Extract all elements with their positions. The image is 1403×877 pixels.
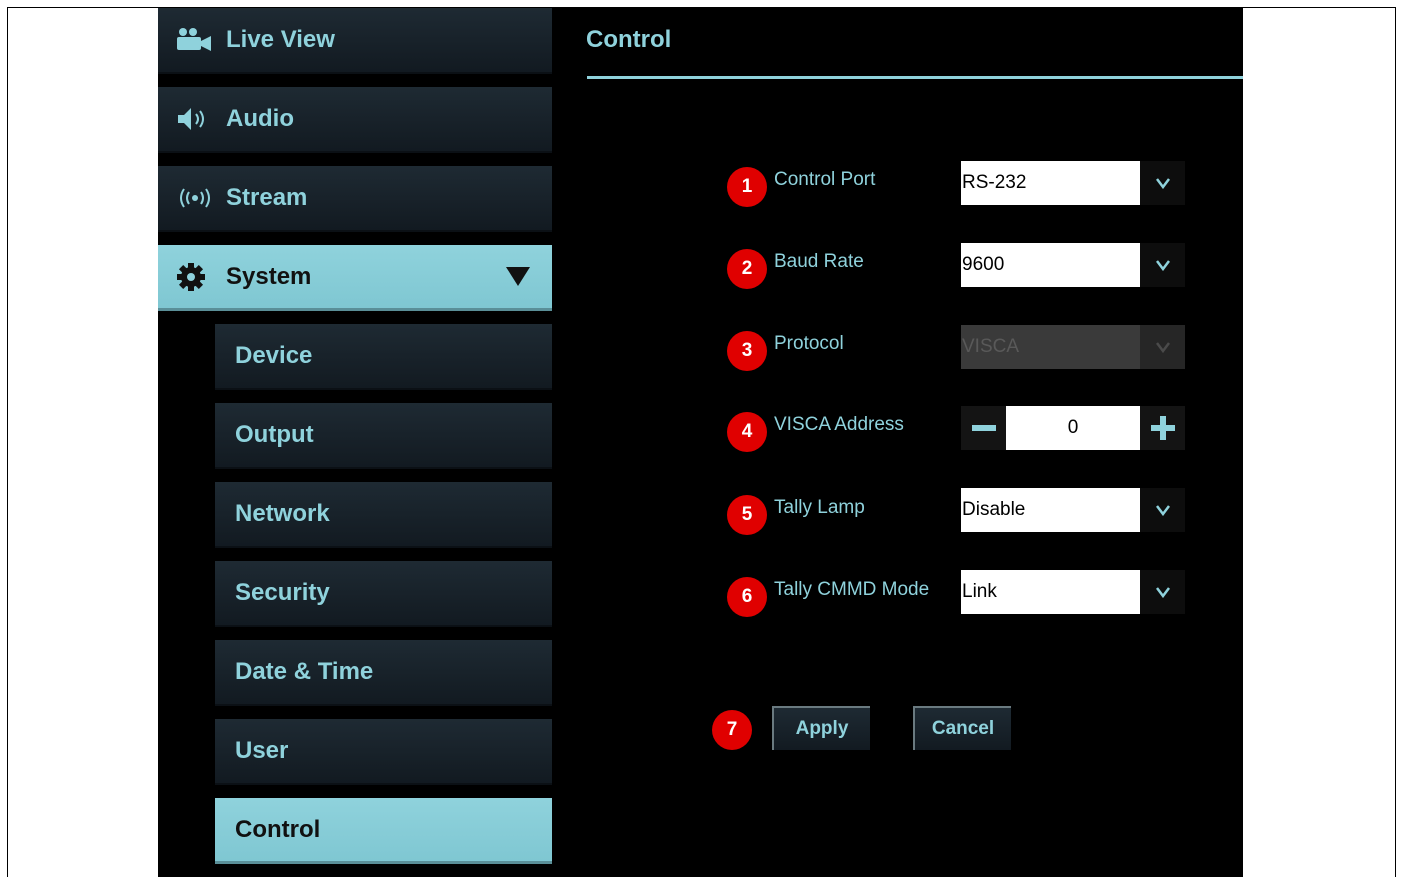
- camera-users-icon: [176, 25, 216, 55]
- sidebar-subitem-label: Control: [235, 815, 321, 843]
- sidebar-subitem-label: User: [235, 737, 289, 764]
- sidebar-subitem-label: Device: [235, 342, 313, 369]
- plus-icon[interactable]: [1140, 406, 1185, 450]
- title-divider: [587, 76, 1243, 79]
- tally-cmmd-mode-label: Tally CMMD Mode: [774, 579, 930, 600]
- chevron-down-icon: [1140, 325, 1185, 369]
- chevron-down-icon[interactable]: [1140, 161, 1185, 205]
- sidebar-item-stream[interactable]: Stream: [158, 166, 552, 232]
- gear-icon: [176, 262, 216, 292]
- baud-rate-select[interactable]: 9600: [961, 243, 1185, 287]
- baud-rate-label: Baud Rate: [774, 251, 864, 272]
- sidebar-subitem-date-time[interactable]: Date & Time: [215, 640, 552, 706]
- callout-badge-2: 2: [727, 249, 767, 289]
- sidebar-subitem-label: Network: [235, 500, 330, 527]
- broadcast-icon: [176, 183, 216, 213]
- speaker-icon: [176, 104, 216, 134]
- tally-cmmd-mode-value: Link: [961, 570, 1140, 614]
- callout-badge-7: 7: [712, 710, 752, 750]
- sidebar-subitem-label: Date & Time: [235, 658, 374, 685]
- baud-rate-value: 9600: [961, 243, 1140, 287]
- control-port-select[interactable]: RS-232: [961, 161, 1185, 205]
- callout-badge-1: 1: [727, 167, 767, 207]
- sidebar-subitem-device[interactable]: Device: [215, 324, 552, 390]
- cancel-button[interactable]: Cancel: [913, 706, 1011, 750]
- visca-address-input[interactable]: 0: [1006, 406, 1140, 450]
- sidebar-subitem-network[interactable]: Network: [215, 482, 552, 548]
- tally-cmmd-mode-select[interactable]: Link: [961, 570, 1185, 614]
- sidebar-subitem-output[interactable]: Output: [215, 403, 552, 469]
- visca-address-stepper: 0: [961, 406, 1185, 450]
- chevron-down-icon[interactable]: [1140, 488, 1185, 532]
- tally-lamp-label: Tally Lamp: [774, 497, 865, 518]
- apply-button[interactable]: Apply: [772, 706, 870, 750]
- sidebar-subitem-security[interactable]: Security: [215, 561, 552, 627]
- sidebar-item-system[interactable]: System: [158, 245, 552, 311]
- protocol-select: VISCA: [961, 325, 1185, 369]
- protocol-label: Protocol: [774, 333, 844, 354]
- callout-badge-3: 3: [727, 331, 767, 371]
- sidebar-subitem-label: Security: [235, 579, 330, 606]
- chevron-down-icon[interactable]: [1140, 243, 1185, 287]
- app-window: Live View Audio Stream System Device Out…: [158, 8, 1243, 877]
- visca-address-label: VISCA Address: [774, 414, 904, 435]
- callout-badge-5: 5: [727, 495, 767, 535]
- control-port-value: RS-232: [961, 161, 1140, 205]
- sidebar-item-label: Audio: [226, 105, 294, 132]
- callout-badge-4: 4: [727, 412, 767, 452]
- protocol-value: VISCA: [961, 325, 1140, 369]
- caret-down-icon: [506, 265, 530, 294]
- sidebar-item-audio[interactable]: Audio: [158, 87, 552, 153]
- chevron-down-icon[interactable]: [1140, 570, 1185, 614]
- callout-badge-6: 6: [727, 577, 767, 617]
- minus-icon[interactable]: [961, 406, 1006, 450]
- sidebar-item-live-view[interactable]: Live View: [158, 8, 552, 74]
- sidebar-item-label: Live View: [226, 26, 335, 53]
- control-port-label: Control Port: [774, 169, 876, 190]
- sidebar-subitem-control[interactable]: Control: [215, 798, 552, 864]
- tally-lamp-select[interactable]: Disable: [961, 488, 1185, 532]
- sidebar-subitem-label: Output: [235, 421, 314, 448]
- page-title: Control: [586, 26, 672, 53]
- sidebar-subitem-user[interactable]: User: [215, 719, 552, 785]
- sidebar-item-label: System: [226, 262, 312, 290]
- sidebar-item-label: Stream: [226, 184, 308, 211]
- tally-lamp-value: Disable: [961, 488, 1140, 532]
